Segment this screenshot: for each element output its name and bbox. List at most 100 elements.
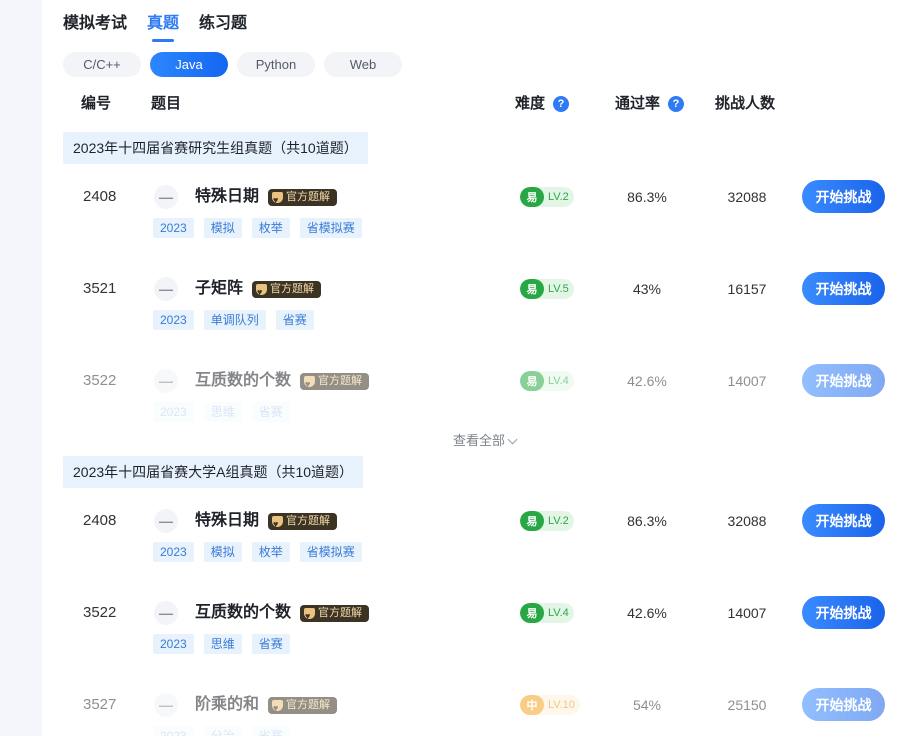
difficulty-level: LV.10 [548, 699, 575, 711]
tag[interactable]: 枚举 [251, 542, 290, 562]
difficulty-badge: 易 LV.2 [520, 187, 574, 207]
tag[interactable]: 2023 [153, 402, 194, 422]
pass-rate: 42.6% [627, 373, 667, 389]
problem-id: 3522 [83, 604, 117, 621]
question-icon[interactable]: ? [668, 96, 685, 112]
problem-title[interactable]: 阶乘的和 官方题解 [195, 694, 338, 719]
tag[interactable]: 模拟 [203, 542, 242, 562]
tag[interactable]: 2023 [153, 726, 194, 736]
tag-list: 2023 模拟 枚举 省模拟赛 [153, 218, 362, 238]
table-row: 3521 — 子矩阵 官方题解 2023 单调队列 省赛 易 LV.5 43% 16… [0, 272, 918, 342]
table-row: 3522 — 互质数的个数 官方题解 2023 思维 省赛 易 LV.4 42.6%… [0, 364, 918, 434]
lang-pill-python[interactable]: Python [237, 52, 315, 77]
official-solution-badge[interactable]: 官方题解 [252, 280, 322, 303]
tag[interactable]: 分治 [203, 726, 242, 736]
table-row: 2408 — 特殊日期 官方题解 2023 模拟 枚举 省模拟赛 易 LV.2 86… [0, 180, 918, 250]
tab-practice[interactable]: 练习题 [199, 12, 247, 36]
challenger-count: 14007 [727, 605, 767, 621]
official-solution-label: 官方题解 [318, 375, 363, 387]
status-dash-icon: — [154, 601, 178, 625]
tag[interactable]: 省赛 [251, 726, 290, 736]
pass-rate: 54% [632, 697, 662, 713]
tag[interactable]: 模拟 [203, 218, 242, 238]
tag[interactable]: 省模拟赛 [299, 542, 362, 562]
problem-id: 2408 [83, 188, 117, 205]
challenger-count: 25150 [727, 697, 767, 713]
tag[interactable]: 2023 [153, 634, 194, 654]
difficulty-char: 中 [520, 695, 544, 715]
tag[interactable]: 省模拟赛 [299, 218, 362, 238]
problem-title[interactable]: 特殊日期 官方题解 [195, 510, 338, 535]
difficulty-level: LV.4 [548, 375, 569, 387]
difficulty-char: 易 [520, 511, 544, 531]
start-challenge-button[interactable]: 开始挑战 [802, 688, 885, 721]
tag-list: 2023 思维 省赛 [153, 402, 290, 422]
tag[interactable]: 省赛 [251, 634, 290, 654]
lang-pill-web[interactable]: Web [324, 52, 402, 77]
group-title: 2023年十四届省赛大学A组真题（共10道题） [63, 456, 364, 488]
pass-rate: 86.3% [627, 189, 667, 205]
problem-title[interactable]: 互质数的个数 官方题解 [195, 370, 370, 395]
tag-list: 2023 模拟 枚举 省模拟赛 [153, 542, 362, 562]
lang-pill-java[interactable]: Java [150, 52, 228, 77]
official-solution-badge[interactable]: 官方题解 [300, 372, 370, 395]
tag[interactable]: 省赛 [251, 402, 290, 422]
shield-icon [272, 189, 284, 211]
problem-title[interactable]: 互质数的个数 官方题解 [195, 602, 370, 627]
official-solution-badge[interactable]: 官方题解 [268, 188, 338, 211]
shield-icon [304, 373, 316, 395]
lang-pill-cpp[interactable]: C/C++ [63, 52, 141, 77]
tab-past-papers[interactable]: 真题 [147, 12, 179, 36]
difficulty-char: 易 [520, 603, 544, 623]
start-challenge-button[interactable]: 开始挑战 [802, 504, 885, 537]
tag[interactable]: 2023 [153, 542, 194, 562]
challenger-count: 16157 [727, 281, 767, 297]
tag[interactable]: 思维 [203, 402, 242, 422]
problem-title[interactable]: 子矩阵 官方题解 [195, 278, 322, 303]
table-row: 2408 — 特殊日期 官方题解 2023 模拟 枚举 省模拟赛 易 LV.2 86… [0, 504, 918, 574]
difficulty-char: 易 [520, 187, 544, 207]
shield-icon [304, 605, 316, 627]
challenger-count: 32088 [727, 513, 767, 529]
problem-id: 3521 [83, 280, 117, 297]
problem-id: 3527 [83, 696, 117, 713]
tag[interactable]: 思维 [203, 634, 242, 654]
shield-icon [272, 697, 284, 719]
official-solution-label: 官方题解 [270, 283, 315, 295]
start-challenge-button[interactable]: 开始挑战 [802, 596, 885, 629]
pass-rate: 42.6% [627, 605, 667, 621]
problem-title-text: 特殊日期 [195, 188, 260, 205]
pass-rate: 86.3% [627, 513, 667, 529]
official-solution-badge[interactable]: 官方题解 [268, 512, 338, 535]
header-id: 编号 [81, 92, 111, 116]
problem-title-text: 互质数的个数 [195, 604, 292, 621]
tag[interactable]: 单调队列 [203, 310, 266, 330]
official-solution-badge[interactable]: 官方题解 [268, 696, 338, 719]
tab-mock-exam[interactable]: 模拟考试 [63, 12, 127, 36]
header-challengers-label: 挑战人数 [715, 95, 776, 112]
status-dash-icon: — [154, 509, 178, 533]
view-all-label: 查看全部 [453, 433, 506, 448]
problem-title-text: 阶乘的和 [195, 696, 260, 713]
header-id-label: 编号 [81, 95, 112, 112]
start-challenge-button[interactable]: 开始挑战 [802, 180, 885, 213]
question-icon[interactable]: ? [553, 96, 570, 112]
table-header: 编号 题目 难度? 通过率? 挑战人数 [0, 92, 918, 116]
view-all-link[interactable]: 查看全部 [453, 432, 518, 450]
problem-title[interactable]: 特殊日期 官方题解 [195, 186, 338, 211]
start-challenge-button[interactable]: 开始挑战 [802, 364, 885, 397]
status-dash-icon: — [154, 277, 178, 301]
start-challenge-button[interactable]: 开始挑战 [802, 272, 885, 305]
main-tabs: 模拟考试 真题 练习题 [63, 12, 247, 36]
tag[interactable]: 枚举 [251, 218, 290, 238]
tag[interactable]: 2023 [153, 310, 194, 330]
status-dash-icon: — [154, 369, 178, 393]
header-pass-rate-label: 通过率 [615, 95, 661, 112]
tag[interactable]: 2023 [153, 218, 194, 238]
official-solution-badge[interactable]: 官方题解 [300, 604, 370, 627]
table-row: 3522 — 互质数的个数 官方题解 2023 思维 省赛 易 LV.4 42.6%… [0, 596, 918, 666]
tag[interactable]: 省赛 [275, 310, 314, 330]
shield-icon [256, 281, 268, 303]
chevron-down-icon [507, 434, 518, 444]
difficulty-badge: 易 LV.2 [520, 511, 574, 531]
